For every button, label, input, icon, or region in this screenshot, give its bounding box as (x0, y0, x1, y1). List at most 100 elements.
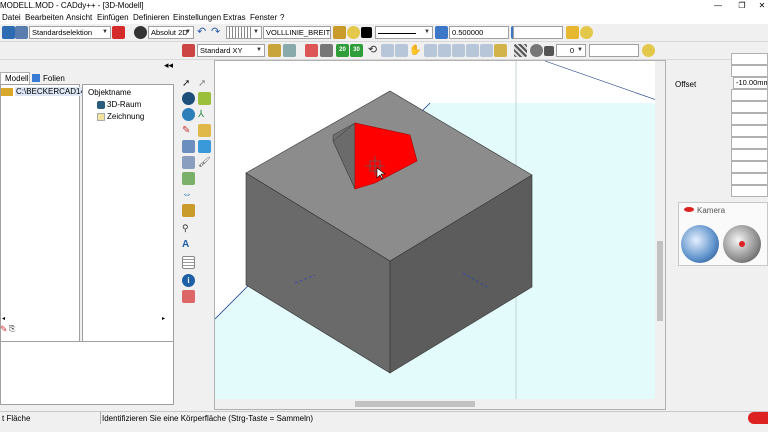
bulb-icon[interactable] (347, 26, 360, 39)
rotate-tool-icon[interactable] (182, 156, 195, 169)
table-tool-icon[interactable] (182, 256, 195, 269)
zoom-all-icon[interactable] (452, 44, 465, 57)
num-20-button[interactable]: 20 (336, 44, 349, 57)
counter-field[interactable]: 0 ▼ (556, 44, 586, 57)
model-tree-panel: C:\BECKERCAD14 (0, 84, 86, 342)
pan-icon[interactable] (268, 44, 281, 57)
menu-einfuegen[interactable]: Einfügen (97, 13, 129, 22)
linewidth-icon[interactable] (435, 26, 448, 39)
vertical-toolbar: ➚ ➚ ⅄ ✎ 🖌 ⇔ ⚲ A i (180, 60, 214, 410)
layer-icon[interactable] (333, 26, 346, 39)
view-icon[interactable] (182, 44, 195, 57)
menu-definieren[interactable]: Definieren (133, 13, 169, 22)
pen-tool-icon[interactable]: ✎ (182, 124, 195, 137)
select-arrow-icon[interactable]: ➚ (182, 77, 195, 90)
left-panel: ◂◂ Modell Folien C:\BECKERCAD14 Objektna… (0, 60, 180, 410)
offset-field[interactable]: -10.00mm (733, 77, 768, 89)
view-toolbar: Standard XY ▼ 20 30 ⟲ ✋ 0 ▼ (0, 42, 768, 60)
dot-icon[interactable] (544, 46, 554, 56)
chain-tool-icon[interactable]: ⚲ (182, 222, 195, 235)
axis-tool-icon[interactable]: ⅄ (198, 108, 211, 121)
maximize-button[interactable]: ❐ (732, 0, 752, 12)
zoom-in-icon[interactable] (395, 44, 408, 57)
zoom-prev-icon[interactable] (424, 44, 437, 57)
viewport-vscroll[interactable] (655, 61, 665, 409)
menu-einstellungen[interactable]: Einstellungen (173, 13, 221, 22)
rotate-icon[interactable]: ⟲ (366, 44, 379, 57)
globe-tool-icon[interactable] (182, 108, 195, 121)
viewport-hscroll[interactable] (215, 399, 655, 409)
zoom-extent-icon[interactable] (480, 44, 493, 57)
counter-aux-field[interactable] (589, 44, 639, 57)
close-button[interactable]: ✕ (752, 0, 768, 12)
bulb-icon-2[interactable] (580, 26, 593, 39)
panel-pin-icon[interactable]: ◂◂ (164, 60, 173, 71)
select-mode-icon[interactable] (112, 26, 125, 39)
menu-bearbeiten[interactable]: Bearbeiten (25, 13, 64, 22)
undo-icon[interactable]: ↶ (197, 26, 210, 39)
3d-scene[interactable] (215, 61, 665, 409)
mirror-tool-icon[interactable]: ⇔ (182, 188, 195, 201)
color-swatch[interactable] (361, 27, 372, 38)
3d-viewport[interactable] (214, 60, 666, 410)
move-tool-icon[interactable] (182, 172, 195, 185)
object-list-panel: Objektname 3D-Raum Zeichnung (82, 84, 174, 342)
tool-copy-icon[interactable]: ⎘ (9, 324, 19, 334)
camera-title: Kamera (697, 206, 726, 215)
view-dropdown[interactable]: Standard XY ▼ (197, 44, 265, 57)
raum-icon (97, 101, 105, 109)
menu-fenster[interactable]: Fenster (250, 13, 277, 22)
pencil-icon[interactable] (305, 44, 318, 57)
eraser-tool-icon[interactable] (182, 290, 195, 303)
hscroll-thumb[interactable] (355, 401, 475, 407)
save-icon[interactable] (15, 26, 28, 39)
coordinate-icon[interactable] (134, 26, 147, 39)
hatch-icon[interactable] (514, 44, 527, 57)
linetype-field[interactable]: VOLLLINIE_BREIT (263, 26, 331, 39)
selection-dropdown[interactable]: Standardselektion ▼ (29, 26, 111, 39)
num-30-button[interactable]: 30 (350, 44, 363, 57)
sphere-icon[interactable] (530, 44, 543, 57)
texture-tool-icon[interactable] (198, 140, 211, 153)
edit-icon[interactable] (320, 44, 333, 57)
tree-item-zeichnung[interactable]: Zeichnung (107, 112, 144, 121)
zoom-next-icon[interactable] (438, 44, 451, 57)
coord-mode-dropdown[interactable]: Absolut 2D ▼ (148, 26, 194, 39)
tree-path[interactable]: C:\BECKERCAD14 (15, 87, 86, 96)
dimension-tool-icon[interactable] (198, 124, 211, 137)
camera-orbit-control[interactable] (681, 225, 719, 263)
menu-extras[interactable]: Extras (223, 13, 246, 22)
extrude-tool-icon[interactable] (182, 204, 195, 217)
menu-help[interactable]: ? (280, 13, 284, 22)
select-arrow-2-icon[interactable]: ➚ (198, 77, 211, 90)
zoom-window-icon[interactable] (381, 44, 394, 57)
tab-modell[interactable]: Modell (0, 72, 30, 84)
grid-dropdown[interactable]: ▼ (226, 26, 262, 39)
text-tool-icon[interactable]: A (182, 238, 195, 251)
linewidth-field[interactable]: 0.500000 (449, 26, 509, 39)
empty-field[interactable] (513, 26, 563, 39)
hand-icon[interactable]: ✋ (409, 44, 422, 57)
menu-ansicht[interactable]: Ansicht (66, 13, 92, 22)
redraw-icon[interactable] (466, 44, 479, 57)
status-left: t Fläche (2, 414, 31, 423)
minimize-button[interactable]: — (708, 0, 728, 12)
camera-icon (684, 207, 694, 212)
cube-tool-icon[interactable] (198, 92, 211, 105)
layer-tool-icon[interactable] (182, 140, 195, 153)
menu-datei[interactable]: Datei (2, 13, 21, 22)
cube-icon[interactable] (2, 26, 15, 39)
tree-item-3d-raum[interactable]: 3D-Raum (107, 100, 141, 109)
box-icon[interactable] (494, 44, 507, 57)
left-scrollbar[interactable]: ◂ ▸ (0, 316, 174, 337)
info-tool-icon[interactable]: i (182, 274, 195, 287)
redo-icon[interactable]: ↷ (211, 26, 224, 39)
tool-icon[interactable] (566, 26, 579, 39)
linestyle-dropdown[interactable]: ▼ (375, 26, 433, 39)
sphere-tool-icon[interactable] (182, 92, 195, 105)
tab-folien[interactable]: Folien (31, 73, 69, 84)
brush-tool-icon[interactable]: 🖌 (198, 156, 211, 169)
vscroll-thumb[interactable] (657, 241, 663, 321)
cursor-icon[interactable] (283, 44, 296, 57)
bulb-icon-3[interactable] (642, 44, 655, 57)
